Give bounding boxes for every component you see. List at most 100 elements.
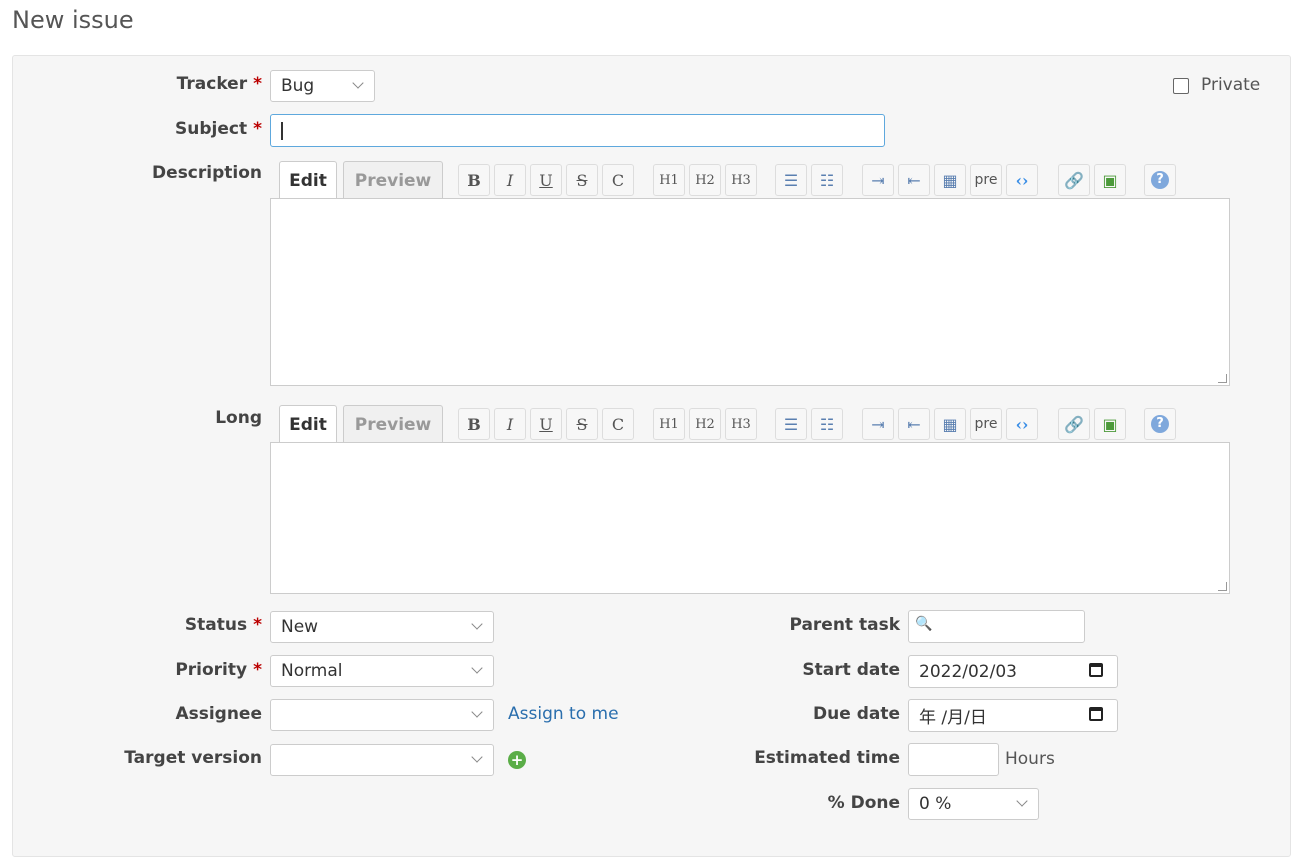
description-toolbar-link-attachment-button[interactable]: 🔗 <box>1058 164 1090 196</box>
resize-handle[interactable] <box>1218 582 1227 591</box>
assignee-label: Assignee <box>175 704 262 724</box>
description-toolbar-image-button[interactable]: ▣ <box>1094 164 1126 196</box>
estimated-time-input[interactable] <box>908 743 999 776</box>
due-date-input[interactable]: 年 /月/日 <box>908 699 1118 732</box>
tracker-label: Tracker * <box>176 74 262 94</box>
parent-task-input[interactable]: 🔍 <box>908 610 1085 643</box>
heading-2-icon: H2 <box>695 172 715 188</box>
preformatted-icon: pre <box>974 416 998 432</box>
description-toolbar-table-button[interactable]: ▦ <box>934 164 966 196</box>
unordered-list-icon: ☰ <box>783 170 799 190</box>
long-toolbar-image-button[interactable]: ▣ <box>1094 408 1126 440</box>
description-preview-tab[interactable]: Preview <box>343 161 443 199</box>
calendar-icon[interactable] <box>1089 663 1103 677</box>
search-icon: 🔍 <box>915 616 933 632</box>
private-label: Private <box>1201 75 1261 95</box>
long-toolbar-table-button[interactable]: ▦ <box>934 408 966 440</box>
link-attachment-icon: 🔗 <box>1064 414 1084 434</box>
description-toolbar-underline-button[interactable]: U <box>530 164 562 196</box>
priority-select[interactable]: Normal <box>270 655 494 687</box>
page-title: New issue <box>12 6 134 34</box>
bold-icon: B <box>467 170 481 190</box>
description-toolbar-outdent-button[interactable]: ⇤ <box>898 164 930 196</box>
long-toolbar-italic-button[interactable]: I <box>494 408 526 440</box>
long-toolbar-heading-1-button[interactable]: H1 <box>653 408 685 440</box>
long-toolbar-link-attachment-button[interactable]: 🔗 <box>1058 408 1090 440</box>
image-icon: ▣ <box>1102 170 1118 190</box>
long-toolbar-help-button[interactable]: ? <box>1144 408 1176 440</box>
inline-code-icon: C <box>611 170 625 190</box>
code-highlight-icon: ‹› <box>1015 170 1029 190</box>
start-date-input[interactable]: 2022/02/03 <box>908 655 1118 688</box>
long-toolbar-unordered-list-button[interactable]: ☰ <box>775 408 807 440</box>
description-edit-tab[interactable]: Edit <box>279 161 337 199</box>
calendar-icon[interactable] <box>1089 707 1103 721</box>
start-date-label: Start date <box>802 660 900 680</box>
long-toolbar-strikethrough-button[interactable]: S <box>566 408 598 440</box>
done-select[interactable]: 0 % <box>908 788 1039 820</box>
description-toolbar-indent-button[interactable]: ⇥ <box>862 164 894 196</box>
priority-label: Priority * <box>175 660 262 680</box>
add-version-icon[interactable]: + <box>508 751 526 769</box>
chevron-down-icon <box>1016 795 1028 807</box>
long-preview-tab[interactable]: Preview <box>343 405 443 443</box>
done-label: % Done <box>827 793 900 813</box>
description-toolbar-inline-code-button[interactable]: C <box>602 164 634 196</box>
inline-code-icon: C <box>611 414 625 434</box>
chevron-down-icon <box>471 618 483 630</box>
table-icon: ▦ <box>942 414 958 434</box>
long-toolbar-heading-2-button[interactable]: H2 <box>689 408 721 440</box>
long-toolbar-code-highlight-button[interactable]: ‹› <box>1006 408 1038 440</box>
long-toolbar-indent-button[interactable]: ⇥ <box>862 408 894 440</box>
target-version-select[interactable] <box>270 744 494 776</box>
long-toolbar-preformatted-button[interactable]: pre <box>970 408 1002 440</box>
target-version-label: Target version <box>124 748 262 768</box>
long-toolbar-underline-button[interactable]: U <box>530 408 562 440</box>
outdent-icon: ⇤ <box>907 170 921 190</box>
description-toolbar-heading-2-button[interactable]: H2 <box>689 164 721 196</box>
description-label: Description <box>152 163 262 183</box>
indent-icon: ⇥ <box>871 170 885 190</box>
resize-handle[interactable] <box>1218 374 1227 383</box>
description-toolbar-heading-3-button[interactable]: H3 <box>725 164 757 196</box>
image-icon: ▣ <box>1102 414 1118 434</box>
parent-task-label: Parent task <box>789 615 900 635</box>
description-toolbar-help-button[interactable]: ? <box>1144 164 1176 196</box>
preformatted-icon: pre <box>974 172 998 188</box>
underline-icon: U <box>539 170 553 190</box>
subject-input[interactable] <box>270 114 885 147</box>
assign-to-me-link[interactable]: Assign to me <box>508 704 619 724</box>
long-toolbar-heading-3-button[interactable]: H3 <box>725 408 757 440</box>
chevron-down-icon <box>471 751 483 763</box>
outdent-icon: ⇤ <box>907 414 921 434</box>
help-icon: ? <box>1151 171 1169 189</box>
description-toolbar-bold-button[interactable]: B <box>458 164 490 196</box>
description-toolbar-code-highlight-button[interactable]: ‹› <box>1006 164 1038 196</box>
description-textarea[interactable] <box>270 198 1230 386</box>
long-toolbar-outdent-button[interactable]: ⇤ <box>898 408 930 440</box>
description-toolbar-heading-1-button[interactable]: H1 <box>653 164 685 196</box>
link-attachment-icon: 🔗 <box>1064 170 1084 190</box>
heading-1-icon: H1 <box>659 416 679 432</box>
estimated-time-label: Estimated time <box>754 748 900 768</box>
description-toolbar-unordered-list-button[interactable]: ☰ <box>775 164 807 196</box>
subject-label: Subject * <box>175 119 262 139</box>
long-toolbar-ordered-list-button[interactable]: ☷ <box>811 408 843 440</box>
long-edit-tab[interactable]: Edit <box>279 405 337 443</box>
strikethrough-icon: S <box>576 170 588 190</box>
long-toolbar-bold-button[interactable]: B <box>458 408 490 440</box>
description-toolbar-preformatted-button[interactable]: pre <box>970 164 1002 196</box>
long-textarea[interactable] <box>270 442 1230 594</box>
long-label: Long <box>215 408 262 428</box>
description-toolbar-strikethrough-button[interactable]: S <box>566 164 598 196</box>
long-toolbar-inline-code-button[interactable]: C <box>602 408 634 440</box>
private-checkbox[interactable] <box>1173 78 1189 94</box>
table-icon: ▦ <box>942 170 958 190</box>
tracker-select[interactable]: Bug <box>270 70 375 102</box>
heading-3-icon: H3 <box>731 416 751 432</box>
description-toolbar-italic-button[interactable]: I <box>494 164 526 196</box>
description-toolbar-ordered-list-button[interactable]: ☷ <box>811 164 843 196</box>
assignee-select[interactable] <box>270 699 494 731</box>
heading-1-icon: H1 <box>659 172 679 188</box>
status-select[interactable]: New <box>270 611 494 643</box>
